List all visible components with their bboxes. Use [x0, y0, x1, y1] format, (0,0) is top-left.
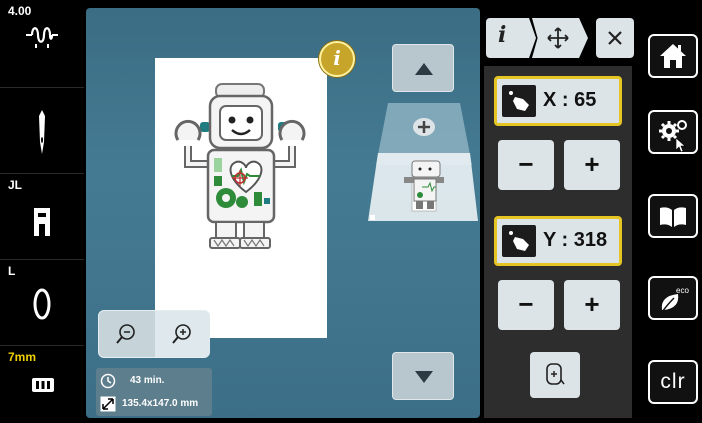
- tab-info-label: i: [498, 22, 507, 48]
- minus-label: −: [518, 289, 534, 319]
- x-position-value: X : 65: [543, 89, 597, 111]
- tab-info[interactable]: i: [486, 18, 536, 58]
- y-hand-icon-box: [502, 225, 536, 257]
- needle-cell[interactable]: [0, 88, 84, 174]
- presser-foot-label: JL: [8, 178, 23, 192]
- design-size-row: 135.4x147.0 mm: [96, 393, 212, 415]
- robot-embroidery-design[interactable]: [174, 80, 306, 250]
- status-sidebar: 4.00 JL L 7mm: [0, 0, 84, 423]
- down-arrow-icon: [415, 371, 433, 383]
- needle-icon: [39, 110, 45, 154]
- hoop-icon: [32, 378, 54, 392]
- zoom-out-button[interactable]: [99, 311, 154, 357]
- stitch-time: 43 min.: [130, 375, 165, 386]
- close-icon: [608, 31, 622, 45]
- zoom-out-icon: [116, 324, 135, 344]
- stitch-time-row: 43 min.: [96, 370, 212, 392]
- design-layer-panel[interactable]: [368, 103, 480, 233]
- x-increase-button[interactable]: +: [564, 140, 620, 190]
- eco-leaf-icon: eco: [661, 286, 689, 313]
- stitch-length-cell[interactable]: 7mm: [0, 346, 84, 423]
- main-nav-bar: eco clr: [640, 0, 702, 423]
- stitch-length-label: 7mm: [8, 350, 37, 364]
- center-icon: [546, 363, 565, 385]
- move-icon: [547, 27, 569, 49]
- center-design-button[interactable]: [530, 352, 580, 398]
- mouse-cursor-icon: [676, 138, 686, 152]
- svg-text:eco: eco: [676, 286, 689, 295]
- home-icon: [660, 44, 686, 68]
- panel-tab-strip: i: [486, 18, 634, 58]
- stitch-plate-label: L: [8, 264, 16, 278]
- zoom-in-button[interactable]: [155, 311, 210, 357]
- hand-pointer-icon: [509, 91, 529, 111]
- tutorial-button[interactable]: [648, 194, 698, 238]
- eco-button[interactable]: eco: [648, 276, 698, 320]
- presser-foot-icon: [34, 208, 50, 236]
- thread-tension-icon: [26, 27, 58, 48]
- y-increase-button[interactable]: +: [564, 280, 620, 330]
- up-arrow-icon: [415, 63, 433, 75]
- hand-pointer-icon: [509, 231, 529, 251]
- design-size: 135.4x147.0 mm: [122, 398, 199, 409]
- y-position-value: Y : 318: [543, 229, 608, 251]
- stitch-plate-cell[interactable]: L: [0, 260, 84, 346]
- book-icon: [660, 207, 686, 227]
- info-button-label: i: [333, 46, 341, 70]
- clock-icon: [100, 373, 116, 389]
- zoom-in-icon: [172, 324, 191, 344]
- x-decrease-button[interactable]: −: [498, 140, 554, 190]
- settings-button[interactable]: [648, 110, 698, 154]
- x-position-field[interactable]: X : 65: [494, 76, 622, 126]
- stitch-plate-icon: [33, 288, 51, 320]
- design-info-box: 43 min. 135.4x147.0 mm: [96, 368, 212, 416]
- tension-value: 4.00: [8, 4, 32, 18]
- y-decrease-button[interactable]: −: [498, 280, 554, 330]
- tension-cell[interactable]: 4.00: [0, 0, 84, 88]
- clear-label: clr: [660, 370, 686, 393]
- resize-icon: [100, 396, 116, 412]
- scroll-down-button[interactable]: [392, 352, 454, 400]
- plus-label: +: [584, 149, 600, 179]
- plus-label: +: [584, 289, 600, 319]
- clear-button[interactable]: clr: [648, 360, 698, 404]
- scroll-up-button[interactable]: [392, 44, 454, 92]
- x-hand-icon-box: [502, 85, 536, 117]
- home-button[interactable]: [648, 34, 698, 78]
- minus-label: −: [518, 149, 534, 179]
- y-position-field[interactable]: Y : 318: [494, 216, 622, 266]
- zoom-control: [98, 310, 210, 358]
- embroidery-canvas[interactable]: i 43 min. 135.4x147.0 mm: [86, 8, 480, 418]
- presser-foot-cell[interactable]: JL: [0, 174, 84, 260]
- info-button[interactable]: i: [319, 41, 355, 77]
- close-button[interactable]: [596, 18, 634, 58]
- tab-move[interactable]: [532, 18, 588, 58]
- move-control-panel: X : 65 − + Y : 318 − +: [484, 66, 632, 418]
